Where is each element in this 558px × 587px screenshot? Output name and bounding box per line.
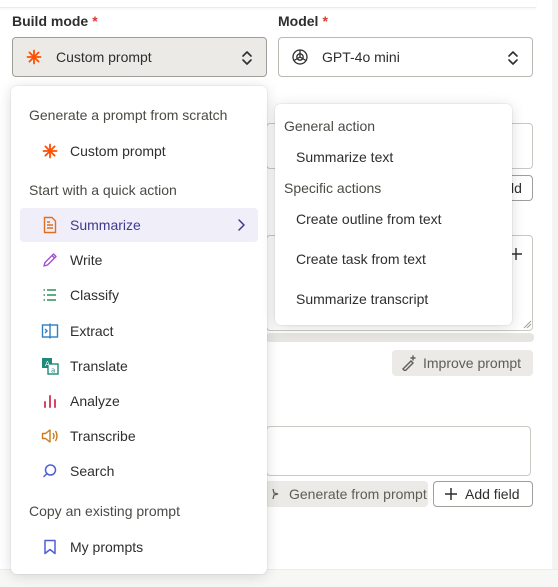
translate-icon: Aa [41,357,59,375]
menu-item-my-prompts[interactable]: My prompts [20,530,258,564]
menu-item-custom-prompt[interactable]: Custom prompt [20,134,258,168]
improve-prompt-button[interactable]: Improve prompt [392,350,533,376]
asterisk-icon [41,142,59,160]
summarize-submenu: General action Summarize text Specific a… [275,104,512,325]
menu-item-label: Search [70,463,115,479]
sort-caret-icon [506,48,520,68]
generate-from-prompt-button[interactable]: Generate from prompt [258,481,428,507]
menu-item-label: Analyze [70,393,120,409]
submenu-heading-specific: Specific actions [284,180,382,196]
model-label: Model * [278,13,328,29]
resize-handle-icon[interactable] [522,316,532,329]
required-mark: * [92,13,98,29]
right-rail [552,0,558,587]
model-value: GPT-4o mini [322,49,400,65]
background-input-2[interactable] [266,426,531,476]
document-icon [41,216,59,234]
generate-from-prompt-label: Generate from prompt [289,486,427,502]
bar-chart-icon [41,392,59,410]
build-mode-label-text: Build mode [12,13,89,29]
menu-item-classify[interactable]: Classify [20,278,258,312]
submenu-item-create-task[interactable]: Create task from text [296,251,426,267]
section-heading-copy: Copy an existing prompt [29,503,180,519]
submenu-item-create-outline[interactable]: Create outline from text [296,211,442,227]
search-icon [41,462,59,480]
svg-text:A: A [45,360,50,368]
model-label-text: Model [278,13,319,29]
pencil-icon [41,251,59,269]
asterisk-icon [24,47,44,67]
top-strip [0,0,536,8]
menu-item-label: My prompts [70,539,144,555]
menu-item-label: Summarize [70,217,141,233]
menu-item-translate[interactable]: Aa Translate [20,349,258,383]
horizontal-scrollbar[interactable] [266,333,534,342]
add-field-label: Add field [465,486,520,502]
menu-item-write[interactable]: Write [20,243,258,277]
extract-icon [41,322,59,340]
plus-icon [443,486,459,502]
menu-item-label: Translate [70,358,128,374]
section-heading-scratch: Generate a prompt from scratch [29,107,228,123]
bookmark-icon [41,538,59,556]
menu-item-analyze[interactable]: Analyze [20,384,258,418]
menu-item-label: Extract [70,323,114,339]
section-heading-quick: Start with a quick action [29,182,177,198]
menu-item-label: Write [70,252,103,268]
menu-item-label: Custom prompt [70,143,166,159]
button-label-fragment: ld [511,180,522,196]
sparkle-icon [267,486,283,502]
openai-logo-icon [290,47,310,67]
speaker-icon [41,427,59,445]
list-icon [41,286,59,304]
build-mode-label: Build mode * [12,13,98,29]
menu-item-label: Classify [70,287,120,303]
svg-text:a: a [51,367,55,375]
menu-item-transcribe[interactable]: Transcribe [20,419,258,453]
submenu-item-summarize-text[interactable]: Summarize text [296,149,393,165]
menu-item-search[interactable]: Search [20,454,258,488]
required-mark: * [322,13,328,29]
build-mode-menu: Generate a prompt from scratch Custom pr… [11,86,267,574]
submenu-item-summarize-transcript[interactable]: Summarize transcript [296,291,428,307]
model-select[interactable]: GPT-4o mini [278,37,533,77]
improve-prompt-label: Improve prompt [423,355,522,371]
menu-item-label: Transcribe [70,428,136,444]
submenu-heading-general: General action [284,118,376,134]
add-field-button[interactable]: Add field [433,481,533,507]
magic-pencil-icon [401,355,417,371]
build-mode-value: Custom prompt [56,49,152,65]
menu-item-summarize[interactable]: Summarize [20,208,258,242]
sort-caret-icon [240,48,254,68]
chevron-right-icon [234,218,248,232]
build-mode-select[interactable]: Custom prompt [12,37,267,77]
menu-item-extract[interactable]: Extract [20,314,258,348]
